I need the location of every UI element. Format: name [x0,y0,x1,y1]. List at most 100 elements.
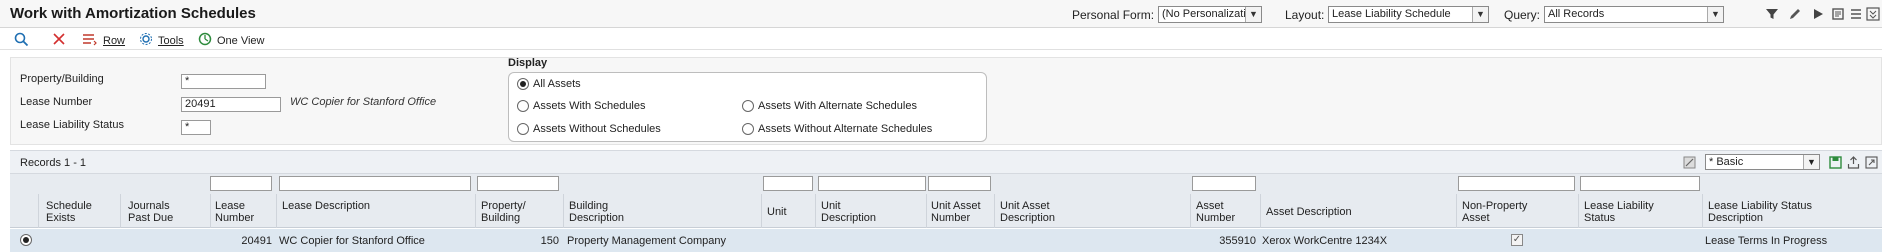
tools-menu-button[interactable]: Tools [139,32,184,49]
column-header-non-property-asset[interactable]: Non-Property Asset [1462,200,1532,224]
chevron-down-icon: ▼ [1472,7,1488,22]
display-option-with-alternate-schedules[interactable]: Assets With Alternate Schedules [742,100,917,112]
property-building-input[interactable]: * [181,74,266,89]
column-header-unit-asset-number[interactable]: Unit Asset Number [931,200,991,224]
column-divider [1260,194,1261,228]
close-icon [52,32,66,49]
cell-lease-number: 20491 [241,235,272,247]
cell-building-description: Property Management Company [567,235,726,247]
filter-lease-description[interactable] [279,176,471,191]
cell-status-description: Lease Terms In Progress [1705,235,1828,247]
lease-description-text: WC Copier for Stanford Office [290,96,437,108]
row-select-radio[interactable] [20,234,32,246]
display-option-label: Assets With Schedules [533,100,646,112]
search-button[interactable] [14,32,29,50]
radio-icon [742,100,754,112]
filter-unit-asset-number[interactable] [928,176,991,191]
toolbar: Row Tools One View [0,29,1882,50]
column-header-schedule-exists[interactable]: Schedule Exists [46,200,106,224]
column-divider [1190,194,1191,228]
one-view-button[interactable]: One View [198,32,265,49]
query-value: All Records [1548,8,1605,20]
column-divider [994,194,995,228]
column-divider [210,194,211,228]
cell-property-building: 150 [540,235,559,247]
lease-number-label: Lease Number [20,96,93,108]
filter-unit-description[interactable] [818,176,926,191]
grid-settings-icon[interactable] [1682,155,1697,170]
edit-icon[interactable] [1787,6,1803,22]
layout-label: Layout: [1285,8,1325,22]
lease-liability-status-input[interactable]: * [181,120,211,135]
export-icon[interactable] [1846,155,1861,170]
column-header-asset-number[interactable]: Asset Number [1196,200,1241,224]
maximize-icon[interactable] [1864,155,1879,170]
cell-asset-description: Xerox WorkCentre 1234X [1262,235,1388,247]
grid-format-value: * Basic [1709,156,1744,168]
grid-format-select[interactable]: * Basic ▼ [1705,154,1820,170]
filter-property-building[interactable] [477,176,559,191]
cell-asset-number: 355910 [1219,235,1256,247]
layout-select[interactable]: Lease Liability Schedule ▼ [1328,6,1489,23]
column-header-unit-description[interactable]: Unit Description [821,200,891,224]
column-header-unit-asset-description[interactable]: Unit Asset Description [1000,200,1080,224]
radio-icon [517,123,529,135]
filter-non-property-asset[interactable] [1458,176,1575,191]
search-criteria-panel: Property/Building * Lease Number 20491 W… [10,57,1882,145]
layout-value: Lease Liability Schedule [1332,8,1451,20]
display-option-with-schedules[interactable]: Assets With Schedules [517,100,646,112]
personal-form-select[interactable]: (No Personalization) ▼ [1158,6,1262,23]
column-header-lease-liability-status[interactable]: Lease Liability Status [1584,200,1664,224]
grid-header-bar: Records 1 - 1 * Basic ▼ [10,150,1882,174]
column-divider [761,194,762,228]
grid-column-headers: Schedule Exists Journals Past Due Lease … [10,194,1882,228]
column-divider [563,194,564,228]
one-view-label: One View [217,34,265,47]
column-header-journals-past-due[interactable]: Journals Past Due [128,200,188,224]
table-row[interactable]: 20491 WC Copier for Stanford Office 150 … [10,229,1882,252]
one-view-icon [198,32,212,49]
help-icon[interactable] [1865,6,1881,22]
radio-icon [742,123,754,135]
column-divider [815,194,816,228]
display-option-without-alternate-schedules[interactable]: Assets Without Alternate Schedules [742,123,932,135]
play-icon[interactable] [1810,6,1826,22]
radio-icon [517,100,529,112]
column-divider [1578,194,1579,228]
column-header-property-building[interactable]: Property/ Building [481,200,541,224]
tools-menu-label: Tools [158,34,184,47]
column-divider [926,194,927,228]
page-title: Work with Amortization Schedules [10,5,256,22]
row-menu-label: Row [103,34,126,47]
filter-lease-liability-status[interactable] [1580,176,1700,191]
lease-liability-status-label: Lease Liability Status [20,119,124,131]
query-select[interactable]: All Records ▼ [1544,6,1724,23]
save-icon[interactable] [1828,155,1843,170]
column-header-lease-liability-status-description[interactable]: Lease Liability Status Description [1708,200,1838,224]
close-button[interactable] [52,32,66,49]
filter-asset-number[interactable] [1192,176,1256,191]
list-icon[interactable] [1848,6,1864,22]
settings-icon[interactable] [1830,6,1846,22]
cell-non-property-asset-checkbox: ✓ [1511,234,1523,246]
column-divider [120,194,121,228]
lease-number-input[interactable]: 20491 [181,97,281,112]
column-header-asset-description[interactable]: Asset Description [1266,206,1352,218]
row-menu-button[interactable]: Row [82,32,125,49]
filter-unit[interactable] [763,176,813,191]
personal-form-label: Personal Form: [1072,8,1155,22]
filter-icon[interactable] [1764,6,1780,22]
display-option-all-assets[interactable]: All Assets [517,78,581,90]
column-header-lease-description[interactable]: Lease Description [282,200,372,212]
display-option-without-schedules[interactable]: Assets Without Schedules [517,123,661,135]
display-option-label: Assets Without Schedules [533,123,661,135]
chevron-down-icon: ▼ [1707,7,1723,22]
display-options-group: All Assets Assets With Schedules Assets … [508,72,987,142]
filter-lease-number[interactable] [210,176,272,191]
cell-lease-description: WC Copier for Stanford Office [279,235,425,247]
records-count: Records 1 - 1 [20,157,87,169]
column-header-building-description[interactable]: Building Description [569,200,639,224]
column-header-unit[interactable]: Unit [767,206,787,218]
title-bar: Work with Amortization Schedules Persona… [0,0,1882,28]
column-header-lease-number[interactable]: Lease Number [215,200,270,224]
